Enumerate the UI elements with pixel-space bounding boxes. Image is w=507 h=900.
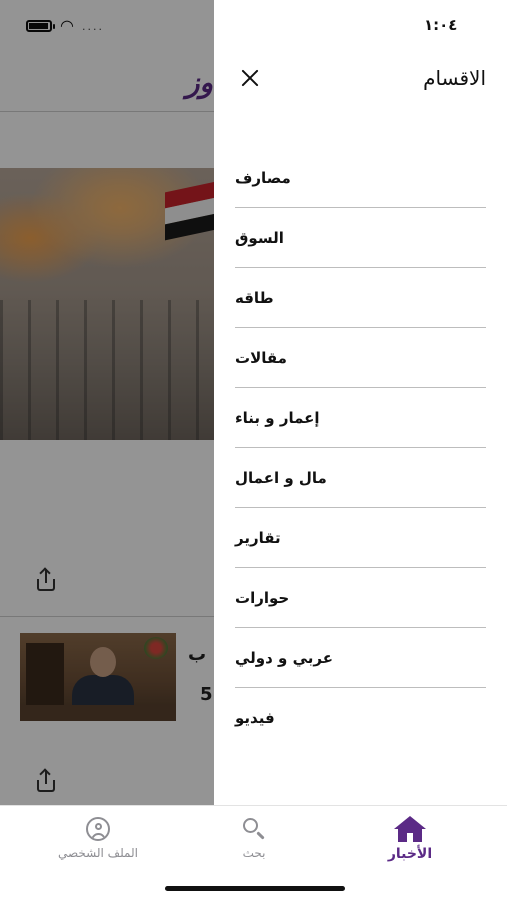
category-item-articles[interactable]: مقالات <box>235 328 486 388</box>
search-icon <box>242 816 266 842</box>
category-label: تقارير <box>235 528 281 547</box>
tab-label: بحث <box>242 846 266 860</box>
tab-news[interactable]: الأخبار <box>350 816 470 876</box>
category-label: فيديو <box>235 709 275 727</box>
category-item-business[interactable]: مال و اعمال <box>235 448 486 508</box>
tab-profile[interactable]: الملف الشخصي <box>38 816 158 876</box>
home-indicator[interactable] <box>165 886 345 891</box>
category-label: طاقه <box>235 288 274 307</box>
category-list: مصارف السوق طاقه مقالات إعمار و بناء مال… <box>235 148 486 748</box>
category-item-market[interactable]: السوق <box>235 208 486 268</box>
close-icon[interactable] <box>238 66 262 90</box>
profile-icon <box>86 816 110 842</box>
home-icon <box>394 816 426 842</box>
status-time: ١:٠٤ <box>424 16 458 34</box>
category-item-construction[interactable]: إعمار و بناء <box>235 388 486 448</box>
category-item-energy[interactable]: طاقه <box>235 268 486 328</box>
category-label: مصارف <box>235 168 291 187</box>
tab-label: الأخبار <box>387 846 433 862</box>
category-item-reports[interactable]: تقارير <box>235 508 486 568</box>
categories-drawer: ١:٠٤ الاقسام مصارف السوق طاقه مقالات إعم… <box>214 0 507 805</box>
category-item-interviews[interactable]: حوارات <box>235 568 486 628</box>
tab-search[interactable]: بحث <box>194 816 314 876</box>
category-label: مال و اعمال <box>235 468 327 487</box>
category-label: السوق <box>235 228 284 247</box>
tab-label: الملف الشخصي <box>58 846 138 860</box>
drawer-title: الاقسام <box>423 66 486 90</box>
category-label: عربي و دولي <box>235 648 333 667</box>
category-label: حوارات <box>235 588 290 607</box>
bottom-tab-bar: الملف الشخصي بحث الأخبار <box>0 805 507 900</box>
category-label: مقالات <box>235 348 287 367</box>
category-item-video[interactable]: فيديو <box>235 688 486 748</box>
category-item-arab-international[interactable]: عربي و دولي <box>235 628 486 688</box>
category-item-banks[interactable]: مصارف <box>235 148 486 208</box>
category-label: إعمار و بناء <box>235 408 320 427</box>
